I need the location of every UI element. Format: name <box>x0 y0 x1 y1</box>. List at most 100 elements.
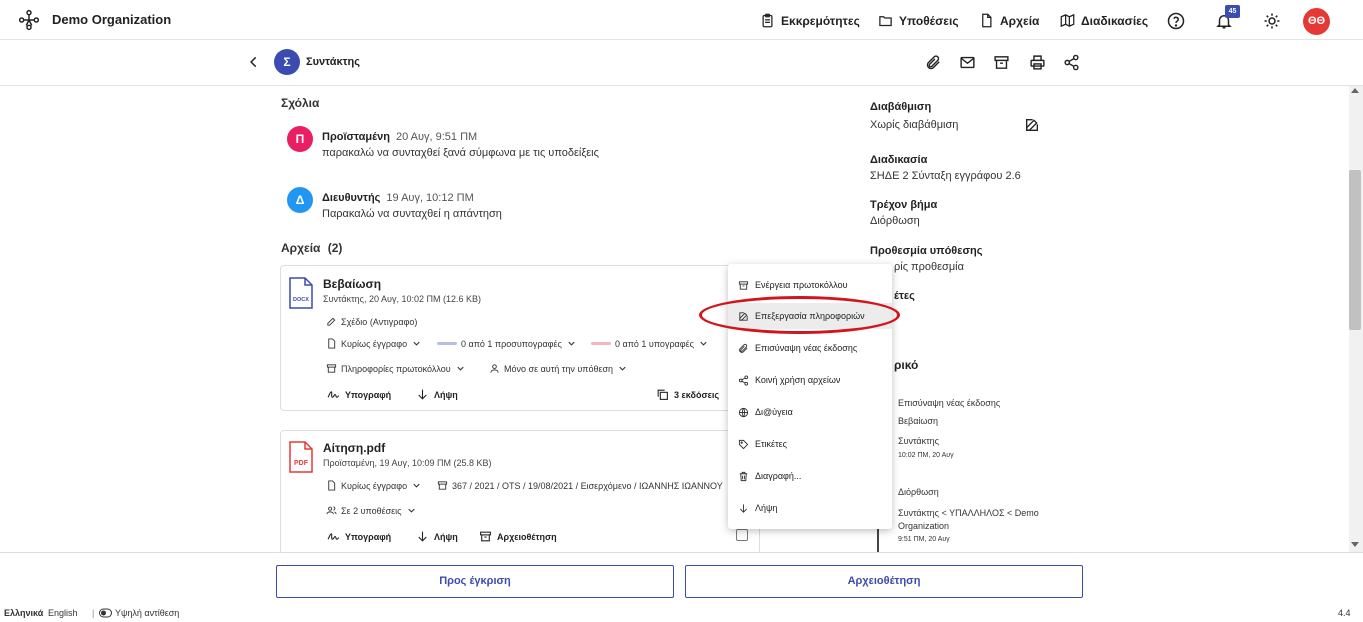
download-button[interactable]: Λήψη <box>416 388 458 401</box>
org-logo-icon[interactable] <box>18 9 40 31</box>
attach-paperclip-icon[interactable] <box>925 54 942 71</box>
comment-header: Διευθυντής 19 Αυγ, 10:12 ΠΜ <box>322 192 474 204</box>
help-icon[interactable] <box>1167 12 1185 30</box>
archive-box-icon[interactable] <box>993 54 1010 71</box>
nav-procedures[interactable]: Διαδικασίες <box>1060 13 1148 28</box>
trash-icon <box>739 471 748 481</box>
menu-item-label: Κοινή χρήση αρχείων <box>755 375 841 385</box>
signature-icon <box>327 533 340 540</box>
scope-label: Μόνο σε αυτή την υπόθεση <box>504 363 614 374</box>
archive-file-label: Αρχειοθέτηση <box>497 531 557 542</box>
doc-type-label: Κυρίως έγγραφο <box>341 480 408 491</box>
classification-value: Χωρίς διαβάθμιση <box>870 119 959 131</box>
files-heading: Αρχεία (2) <box>281 241 342 255</box>
protocol-info-label: Πληροφορίες πρωτοκόλλου <box>341 363 451 374</box>
sign-button-label: Υπογραφή <box>345 389 392 400</box>
history-path-cont: Organization <box>898 521 950 531</box>
nav-files[interactable]: Αρχεία <box>979 13 1039 28</box>
menu-item-protocol-action[interactable]: Ενέργεια πρωτοκόλλου <box>728 272 892 298</box>
send-for-approval-button[interactable]: Προς έγκριση <box>276 565 674 598</box>
docx-file-icon: DOCX <box>289 277 313 309</box>
org-name[interactable]: Demo Organization <box>52 12 171 27</box>
nav-cases[interactable]: Υποθέσεις <box>878 13 959 28</box>
nav-pending[interactable]: Εκκρεμότητες <box>760 13 860 28</box>
theme-sun-icon[interactable] <box>1263 12 1281 30</box>
file-icon <box>982 13 992 28</box>
sign-button[interactable]: Υπογραφή <box>327 388 391 401</box>
nav-pending-label: Εκκρεμότητες <box>781 13 860 28</box>
archive-icon <box>437 481 448 490</box>
tag-icon <box>738 439 749 449</box>
doc-type-dropdown[interactable]: Κυρίως έγγραφο <box>326 338 422 349</box>
menu-item-label: Λήψη <box>755 503 778 513</box>
nav-procedures-label: Διαδικασίες <box>1081 13 1149 28</box>
menu-item-share-files[interactable]: Κοινή χρήση αρχείων <box>728 367 892 393</box>
scroll-up-arrow-icon[interactable] <box>1351 88 1359 93</box>
role-avatar: Σ <box>274 49 300 75</box>
file-meta: Προϊσταμένη, 19 Αυγ, 10:09 ΠΜ (25.8 KB) <box>323 458 492 468</box>
cases-dropdown[interactable]: Σε 2 υποθέσεις <box>326 505 417 516</box>
download-icon <box>739 503 748 513</box>
cosign-label: 0 από 1 προσυπογραφές <box>461 338 562 349</box>
archive-case-button[interactable]: Αρχειοθέτηση <box>685 565 1083 598</box>
high-contrast-toggle[interactable]: Υψηλή αντίθεση <box>99 608 179 618</box>
chevron-down-icon <box>619 366 626 371</box>
role-title: Συντάκτης <box>306 56 360 68</box>
chevron-down-icon <box>407 508 415 513</box>
scroll-down-arrow-icon[interactable] <box>1351 542 1359 547</box>
menu-item-download[interactable]: Λήψη <box>728 495 892 521</box>
file-select-checkbox[interactable] <box>736 529 748 541</box>
notification-count-badge: 45 <box>1225 5 1240 18</box>
file-icon <box>328 338 336 349</box>
file-name[interactable]: Βεβαίωση <box>323 277 381 291</box>
scope-dropdown[interactable]: Μόνο σε αυτή την υπόθεση <box>489 363 628 374</box>
doc-type-dropdown[interactable]: Κυρίως έγγραφο <box>326 480 422 491</box>
menu-item-diavgeia[interactable]: Δι@ύγεια <box>728 399 892 425</box>
file-name[interactable]: Αίτηση.pdf <box>323 441 385 455</box>
cosign-dropdown[interactable]: 0 από 1 προσυπογραφές <box>437 338 577 349</box>
menu-item-attach-version[interactable]: Επισύναψη νέας έκδοσης <box>728 335 892 361</box>
footer-separator: | <box>92 608 95 618</box>
protocol-info-chip[interactable]: 367 / 2021 / OTS / 19/08/2021 / Εισερχόμ… <box>437 480 727 491</box>
draft-chip[interactable]: Σχέδιο (Αντιγραφο) <box>326 316 417 327</box>
download-button[interactable]: Λήψη <box>416 530 458 543</box>
file-type-label: DOCX <box>293 297 309 303</box>
mail-icon[interactable] <box>959 54 976 71</box>
versions-button[interactable]: 3 εκδόσεις <box>656 388 719 401</box>
deadline-label: Προθεσμία υπόθεσης <box>870 245 983 257</box>
classification-label: Διαβάθμιση <box>870 101 932 113</box>
menu-item-tags[interactable]: Ετικέτες <box>728 431 892 457</box>
file-type-label: PDF <box>294 460 309 467</box>
file-meta: Συντάκτης, 20 Αυγ, 10:02 ΠΜ (12.6 KB) <box>323 294 481 304</box>
language-greek[interactable]: Ελληνικά <box>4 608 43 618</box>
pdf-file-icon: PDF <box>289 441 313 473</box>
sign-button[interactable]: Υπογραφή <box>327 530 391 543</box>
sign-dropdown[interactable]: 0 από 1 υπογραφές <box>591 338 709 349</box>
protocol-info-dropdown[interactable]: Πληροφορίες πρωτοκόλλου <box>326 363 466 374</box>
users-icon <box>326 506 337 515</box>
download-button-label: Λήψη <box>434 531 458 542</box>
history-file: Βεβαίωση <box>898 416 938 426</box>
cases-label: Σε 2 υποθέσεις <box>341 505 402 516</box>
edit-classification-icon[interactable] <box>1024 117 1040 133</box>
document-toolbar <box>0 40 1363 86</box>
archive-file-button[interactable]: Αρχειοθέτηση <box>479 530 557 543</box>
archive-icon <box>480 531 491 542</box>
comment-text: Παρακαλώ να συνταχθεί η απάντηση <box>322 208 502 220</box>
edit-pencil-icon <box>327 317 336 326</box>
paperclip-icon <box>739 343 748 353</box>
nav-cases-label: Υποθέσεις <box>899 13 959 28</box>
deadline-value: ρίς προθεσμία <box>894 261 964 273</box>
share-icon[interactable] <box>1063 54 1080 71</box>
language-english[interactable]: English <box>48 608 78 618</box>
scrollbar-thumb[interactable] <box>1349 170 1361 330</box>
protocol-info-label: 367 / 2021 / OTS / 19/08/2021 / Εισερχόμ… <box>452 480 723 491</box>
user-avatar[interactable]: ΘΘ <box>1303 8 1330 35</box>
history-label: ρικό <box>894 358 919 372</box>
menu-item-delete[interactable]: Διαγραφή... <box>728 463 892 489</box>
print-icon[interactable] <box>1029 54 1046 71</box>
back-chevron-icon[interactable] <box>247 55 261 69</box>
comments-heading: Σχόλια <box>281 96 320 110</box>
comment-author: Προϊσταμένη <box>322 131 390 143</box>
comment-time: 20 Αυγ, 9:51 ΠΜ <box>395 131 478 143</box>
